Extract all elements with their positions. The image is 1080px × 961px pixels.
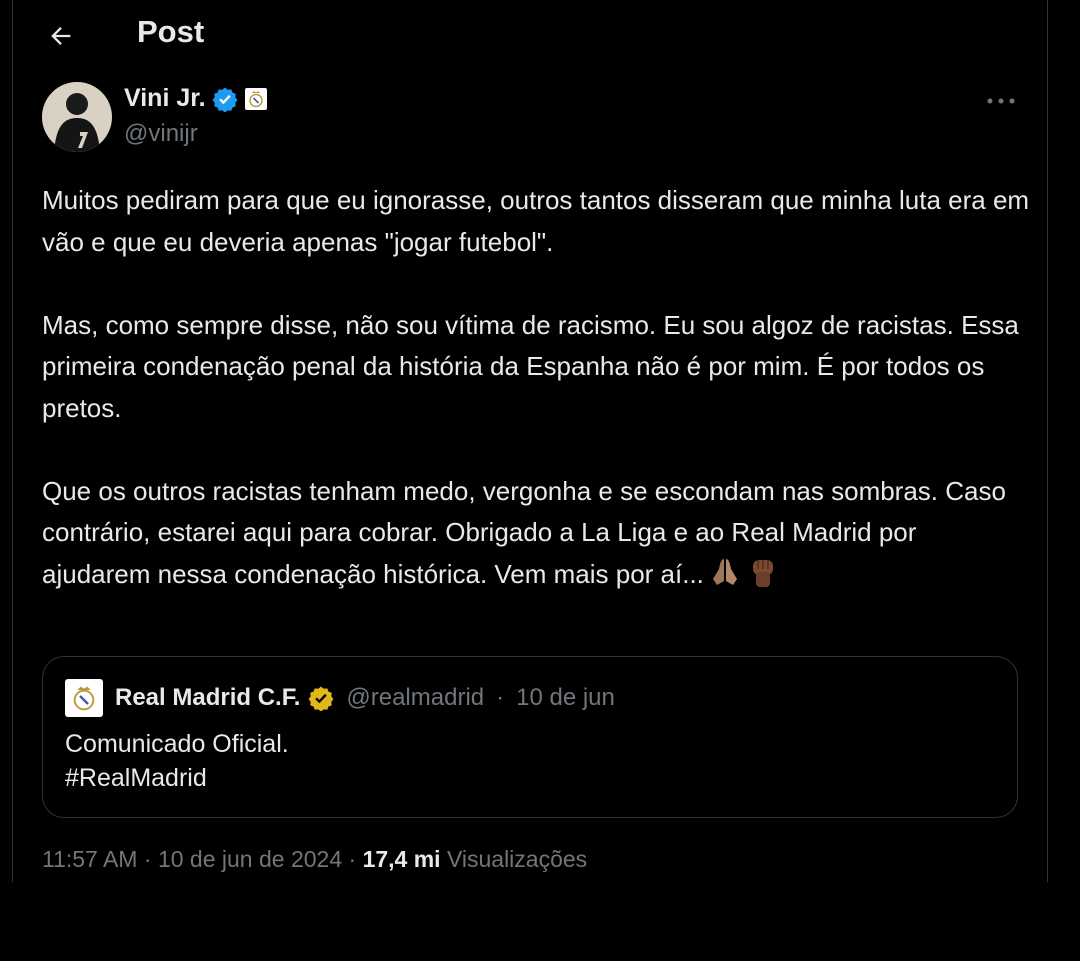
views-label: Visualizações [446, 846, 588, 872]
quoted-post[interactable]: Real Madrid C.F. @realmadrid · 10 de jun… [42, 656, 1018, 818]
quoted-author-name: Real Madrid C.F. [115, 684, 301, 711]
author-name-row: Vini Jr. [124, 84, 268, 113]
author-name[interactable]: Vini Jr. [124, 84, 206, 113]
real-madrid-logo [65, 679, 103, 717]
tweet-text: Muitos pediram para que eu ignorasse, ou… [42, 180, 1032, 595]
tweet-paragraph-3-text: Que os outros racistas tenham medo, verg… [42, 475, 1006, 589]
post-metadata: 11:57 AM · 10 de jun de 2024 · 17,4 mi V… [42, 846, 587, 873]
real-madrid-crest-icon [73, 686, 95, 711]
page-title: Post [137, 14, 205, 49]
avatar[interactable] [42, 82, 112, 152]
folded-hands-emoji [712, 558, 737, 585]
quoted-date: 10 de jun [516, 684, 615, 711]
gold-verified-badge-icon [308, 686, 334, 711]
author-handle[interactable]: @vinijr [124, 120, 198, 148]
quoted-post-header: Real Madrid C.F. @realmadrid · 10 de jun [65, 679, 615, 717]
tweet-paragraph-3: Que os outros racistas tenham medo, verg… [42, 471, 1032, 596]
quoted-hashtag[interactable]: #RealMadrid [65, 761, 289, 795]
tweet-paragraph-1: Muitos pediram para que eu ignorasse, ou… [42, 185, 1030, 257]
avatar-image [42, 82, 112, 152]
post-date[interactable]: 10 de jun de 2024 [158, 846, 342, 872]
meta-separator: · [348, 846, 357, 872]
post-header: Post [13, 0, 1047, 70]
meta-separator: · [143, 846, 152, 872]
quoted-post-text: Comunicado Oficial. #RealMadrid [65, 727, 289, 795]
post-time[interactable]: 11:57 AM [42, 846, 137, 872]
quoted-author-handle: @realmadrid [346, 684, 485, 711]
quoted-line-1: Comunicado Oficial. [65, 730, 289, 758]
more-dots-icon [987, 98, 1015, 104]
raised-fist-emoji [752, 559, 773, 587]
views-count: 17,4 mi [362, 846, 441, 872]
post-column: Post Vini Jr. @vinijr Muitos pediram par… [12, 0, 1048, 882]
back-button[interactable] [43, 18, 79, 54]
quoted-separator: · [496, 684, 505, 711]
more-options-button[interactable] [981, 84, 1021, 118]
real-madrid-affiliation-icon[interactable] [244, 87, 268, 111]
arrow-left-icon [51, 27, 71, 45]
verified-badge-icon [212, 87, 237, 112]
tweet-paragraph-2: Mas, como sempre disse, não sou vítima d… [42, 309, 1019, 423]
